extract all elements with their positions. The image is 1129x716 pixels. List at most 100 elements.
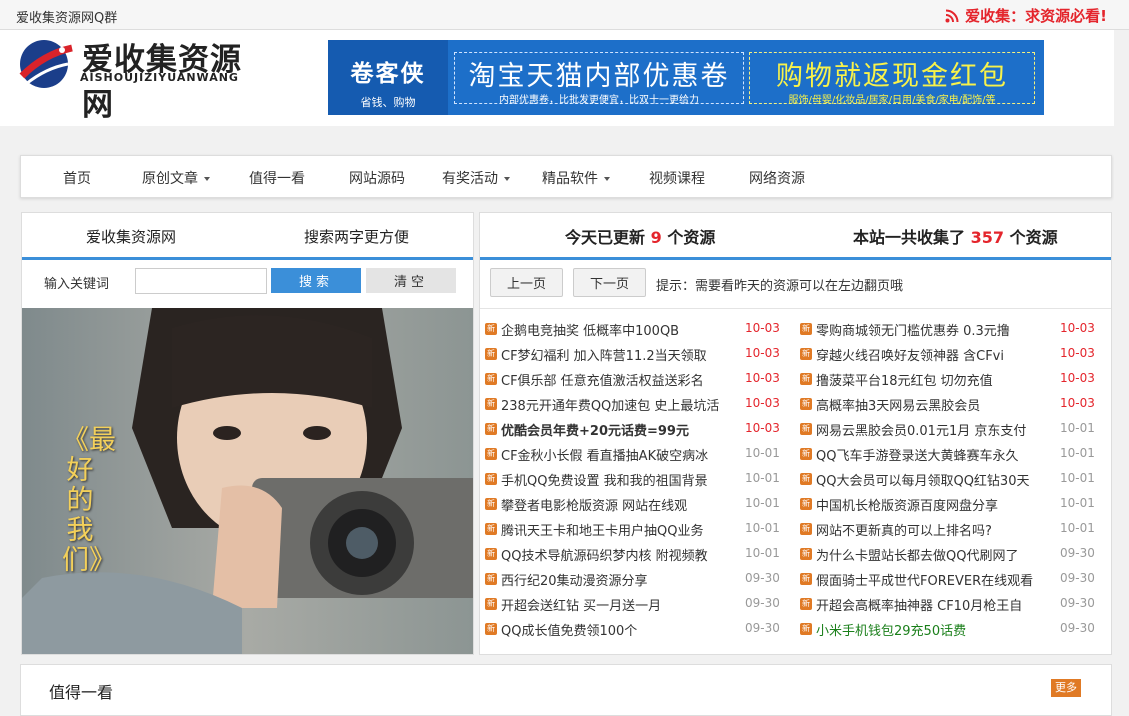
nav-item-network-resources[interactable]: 网络资源 — [749, 168, 805, 188]
list-item-title[interactable]: 网站不更新真的可以上排名吗? — [816, 520, 992, 539]
list-item-title[interactable]: 238元开通年费QQ加速包 史上最坑活 — [501, 395, 719, 414]
list-item[interactable]: 新企鹅电竞抽奖 低概率中100QB 10-03 — [485, 317, 790, 342]
list-item-title[interactable]: 攀登者电影枪版资源 网站在线观 — [501, 495, 687, 514]
new-badge-icon: 新 — [485, 498, 497, 510]
list-item-title[interactable]: CF俱乐部 任意充值激活权益送彩名 — [501, 370, 704, 389]
list-item-title[interactable]: 网易云黑胶会员0.01元1月 京东支付 — [816, 420, 1026, 439]
list-item[interactable]: 新 QQ大会员可以每月领取QQ红钻30天 10-01 — [800, 467, 1105, 492]
promo-banner[interactable]: 卷客侠 省钱、购物 淘宝天猫内部优惠卷 内部优惠卷，比批发更便宜，比双十一更给力… — [328, 40, 1044, 115]
page-scrollbar[interactable] — [1114, 30, 1129, 708]
list-item[interactable]: 新 QQ飞车手游登录送大黄蜂赛车永久 10-01 — [800, 442, 1105, 467]
list-item-title[interactable]: 高概率抽3天网易云黑胶会员 — [816, 395, 980, 414]
prev-page-button[interactable]: 上一页 — [490, 268, 563, 297]
list-item-date: 10-01 — [745, 546, 780, 560]
list-item[interactable]: 新优酷会员年费+20元话费=99元 10-03 — [485, 417, 790, 442]
nav-item-worth-seeing[interactable]: 值得一看 — [249, 168, 305, 188]
more-button[interactable]: 更多 — [1051, 679, 1081, 697]
list-item[interactable]: 新 CF梦幻福利 加入阵营11.2当天领取 10-03 — [485, 342, 790, 367]
list-item-title[interactable]: 西行纪20集动漫资源分享 — [501, 570, 648, 589]
list-item[interactable]: 新网站不更新真的可以上排名吗? 10-01 — [800, 517, 1105, 542]
list-item[interactable]: 新小米手机钱包29充50话费 09-30 — [800, 617, 1105, 642]
list-item-title[interactable]: 开超会高概率抽神器 CF10月枪王自 — [816, 595, 1022, 614]
list-item-title[interactable]: QQ大会员可以每月领取QQ红钻30天 — [816, 470, 1029, 489]
list-item-title[interactable]: CF金秋小长假 看直播抽AK破空病冰 — [501, 445, 708, 464]
list-item-date: 10-01 — [1060, 496, 1095, 510]
nav-item-site-source[interactable]: 网站源码 — [349, 168, 405, 188]
list-item-title[interactable]: 优酷会员年费+20元话费=99元 — [501, 420, 689, 439]
site-logo[interactable]: 爱收集资源网 AISHOUJIZIYUANWANG — [16, 30, 266, 123]
list-item-date: 09-30 — [1060, 621, 1095, 635]
list-item-title[interactable]: CF梦幻福利 加入阵营11.2当天领取 — [501, 345, 707, 364]
tab-search-tip[interactable]: 搜索两字更方便 — [304, 226, 409, 247]
rss-icon — [945, 9, 959, 22]
list-item[interactable]: 新零购商城领无门槛优惠券 0.3元撸 10-03 — [800, 317, 1105, 342]
clear-button[interactable]: 清空 — [366, 268, 456, 293]
right-panel: 今天已更新 9 个资源 本站一共收集了 357 个资源 上一页 下一页 提示：需… — [479, 212, 1112, 655]
list-item-date: 09-30 — [745, 621, 780, 635]
list-item-title[interactable]: 撸菠菜平台18元红包 切勿充值 — [816, 370, 993, 389]
list-item[interactable]: 新高概率抽3天网易云黑胶会员 10-03 — [800, 392, 1105, 417]
list-item[interactable]: 新开超会送红钻 买一月送一月 09-30 — [485, 592, 790, 617]
new-badge-icon: 新 — [485, 423, 497, 435]
nav-item-label: 精品软件 — [542, 171, 598, 187]
list-item[interactable]: 新腾讯天王卡和地王卡用户抽QQ业务 10-01 — [485, 517, 790, 542]
list-item-title[interactable]: 假面骑士平成世代FOREVER在线观看 — [816, 570, 1033, 589]
list-item[interactable]: 新穿越火线召唤好友领神器 含CFvi 10-03 — [800, 342, 1105, 367]
total-collected: 本站一共收集了 357 个资源 — [853, 224, 1058, 248]
nav-item-home[interactable]: 首页 — [63, 168, 91, 188]
list-item-date: 10-03 — [745, 396, 780, 410]
banner-promo-coupons: 淘宝天猫内部优惠卷 内部优惠卷，比批发更便宜，比双十一更给力 — [454, 52, 744, 106]
nav-item-prize-events[interactable]: 有奖活动 — [442, 168, 510, 188]
list-item[interactable]: 新 CF金秋小长假 看直播抽AK破空病冰 10-01 — [485, 442, 790, 467]
list-item-date: 10-03 — [745, 321, 780, 335]
featured-photo[interactable]: 《最好的我们》 — [22, 308, 473, 654]
list-item[interactable]: 新 238元开通年费QQ加速包 史上最坑活 10-03 — [485, 392, 790, 417]
list-item-title[interactable]: QQ技术导航源码织梦内核 附视频教 — [501, 545, 708, 564]
pager-tip: 提示：需要看昨天的资源可以在左边翻页哦 — [656, 279, 904, 294]
request-notice-text: 爱收集：求资源必看! — [965, 7, 1107, 25]
list-item-date: 10-03 — [745, 421, 780, 435]
nav-item-original-articles[interactable]: 原创文章 — [142, 168, 210, 188]
list-item[interactable]: 新攀登者电影枪版资源 网站在线观 10-01 — [485, 492, 790, 517]
list-item-title[interactable]: 手机QQ免费设置 我和我的祖国背景 — [501, 470, 708, 489]
list-item-title[interactable]: 穿越火线召唤好友领神器 含CFvi — [816, 345, 1004, 364]
tab-site[interactable]: 爱收集资源网 — [86, 226, 176, 247]
list-item[interactable]: 新手机QQ免费设置 我和我的祖国背景 10-01 — [485, 467, 790, 492]
list-item[interactable]: 新西行纪20集动漫资源分享 09-30 — [485, 567, 790, 592]
list-item[interactable]: 新 CF俱乐部 任意充值激活权益送彩名 10-03 — [485, 367, 790, 392]
banner-brand-sub: 省钱、购物 — [360, 96, 416, 109]
list-item[interactable]: 新开超会高概率抽神器 CF10月枪王自 09-30 — [800, 592, 1105, 617]
pager: 上一页 下一页 提示：需要看昨天的资源可以在左边翻页哦 — [480, 260, 1111, 309]
request-notice-link[interactable]: 爱收集：求资源必看! — [945, 5, 1107, 26]
nav-item-video-courses[interactable]: 视频课程 — [649, 168, 705, 188]
nav-item-software[interactable]: 精品软件 — [542, 168, 610, 188]
list-item[interactable]: 新 QQ技术导航源码织梦内核 附视频教 10-01 — [485, 542, 790, 567]
list-item-title[interactable]: QQ飞车手游登录送大黄蜂赛车永久 — [816, 445, 1018, 464]
next-page-button[interactable]: 下一页 — [573, 268, 646, 297]
search-button[interactable]: 搜索 — [271, 268, 361, 293]
qq-group-link[interactable]: 爱收集资源网Q群 — [16, 7, 117, 26]
list-item-title[interactable]: 企鹅电竞抽奖 低概率中100QB — [501, 320, 679, 339]
list-item[interactable]: 新网易云黑胶会员0.01元1月 京东支付 10-01 — [800, 417, 1105, 442]
search-input[interactable] — [135, 268, 267, 294]
list-item-title[interactable]: 开超会送红钻 买一月送一月 — [501, 595, 661, 614]
list-item-date: 09-30 — [1060, 546, 1095, 560]
list-item[interactable]: 新假面骑士平成世代FOREVER在线观看 09-30 — [800, 567, 1105, 592]
list-item-title[interactable]: 腾讯天王卡和地王卡用户抽QQ业务 — [501, 520, 703, 539]
list-item[interactable]: 新中国机长枪版资源百度网盘分享 10-01 — [800, 492, 1105, 517]
list-item-title[interactable]: QQ成长值免费领100个 — [501, 620, 637, 639]
list-item-date: 10-01 — [1060, 471, 1095, 485]
list-item[interactable]: 新为什么卡盟站长都去做QQ代刷网了 09-30 — [800, 542, 1105, 567]
nav-item-label: 值得一看 — [249, 171, 305, 187]
list-item-date: 10-01 — [745, 521, 780, 535]
banner-promo-cashback-sub: 服饰/母婴/化妆品/居家/日用/美食/家电/配饰/等 — [788, 95, 996, 106]
top-bar: 爱收集资源网Q群 爱收集：求资源必看! — [0, 0, 1129, 30]
list-item[interactable]: 新 QQ成长值免费领100个 09-30 — [485, 617, 790, 642]
list-item-title[interactable]: 中国机长枪版资源百度网盘分享 — [816, 495, 998, 514]
new-badge-icon: 新 — [485, 398, 497, 410]
new-badge-icon: 新 — [800, 573, 812, 585]
list-item[interactable]: 新撸菠菜平台18元红包 切勿充值 10-03 — [800, 367, 1105, 392]
list-item-title[interactable]: 小米手机钱包29充50话费 — [816, 620, 966, 639]
list-item-title[interactable]: 为什么卡盟站长都去做QQ代刷网了 — [816, 545, 1018, 564]
list-item-title[interactable]: 零购商城领无门槛优惠券 0.3元撸 — [816, 320, 1010, 339]
